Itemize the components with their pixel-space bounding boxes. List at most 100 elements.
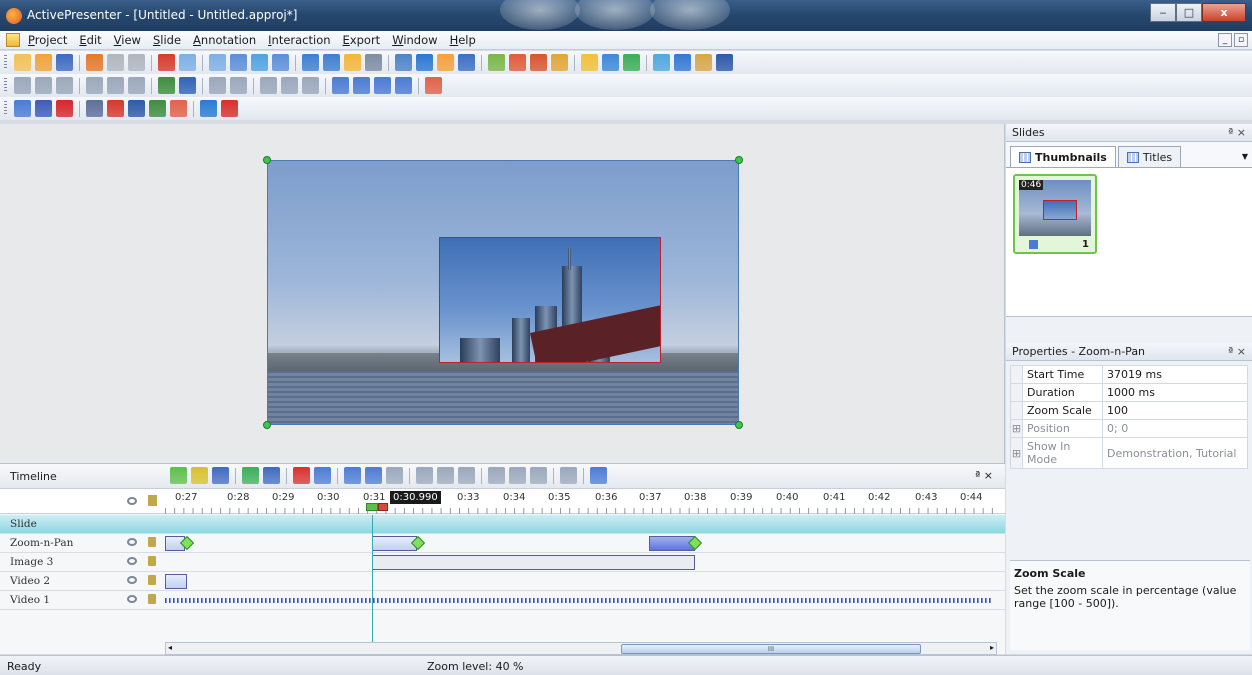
tb1-tool-icon[interactable] <box>653 54 670 71</box>
tb2-tool-icon[interactable] <box>230 77 247 94</box>
slide-canvas[interactable] <box>267 160 739 425</box>
timeline-tool-icon[interactable] <box>212 467 229 484</box>
menu-window[interactable]: Window <box>392 33 437 47</box>
lock-icon[interactable] <box>148 556 156 566</box>
tb2-tool-icon[interactable] <box>395 77 412 94</box>
menu-edit[interactable]: Edit <box>79 33 101 47</box>
property-row[interactable]: Zoom Scale 100 <box>1010 401 1248 420</box>
tb2-tool-icon[interactable] <box>353 77 370 94</box>
tb3-tool-icon[interactable] <box>170 100 187 117</box>
tb3-tool-icon[interactable] <box>107 100 124 117</box>
scroll-right-icon[interactable]: ▸ <box>990 643 994 652</box>
timeline-tool-icon[interactable] <box>170 467 187 484</box>
tb2-tool-icon[interactable] <box>302 77 319 94</box>
menu-project[interactable]: Project <box>28 33 67 47</box>
resize-handle[interactable] <box>735 421 743 429</box>
tab-titles[interactable]: Titles <box>1117 146 1182 167</box>
tb1-tool-icon[interactable] <box>437 54 454 71</box>
tb1-tool-icon[interactable] <box>395 54 412 71</box>
playhead-line[interactable] <box>372 515 373 642</box>
tb1-tool-icon[interactable] <box>179 54 196 71</box>
tb1-tool-icon[interactable] <box>416 54 433 71</box>
tb1-tool-icon[interactable] <box>158 54 175 71</box>
timeline-ruler[interactable]: 0:27 0:28 0:29 0:30 0:31 0:33 0:34 0:35 0:36 0:37… <box>165 489 995 514</box>
track-lane[interactable] <box>165 553 1005 572</box>
tb1-tool-icon[interactable] <box>623 54 640 71</box>
track-lane[interactable] <box>165 572 1005 591</box>
tb3-tool-icon[interactable] <box>221 100 238 117</box>
timeline-horizontal-scrollbar[interactable]: ◂ III ▸ <box>165 642 997 655</box>
tb3-tool-icon[interactable] <box>200 100 217 117</box>
tb1-tool-icon[interactable] <box>323 54 340 71</box>
resize-handle[interactable] <box>735 156 743 164</box>
tb2-tool-icon[interactable] <box>14 77 31 94</box>
tb1-tool-icon[interactable] <box>302 54 319 71</box>
visibility-icon[interactable] <box>127 557 137 565</box>
tb2-tool-icon[interactable] <box>107 77 124 94</box>
timeline-track[interactable]: Video 1 <box>0 591 1005 610</box>
property-row[interactable]: Start Time 37019 ms <box>1010 365 1248 384</box>
tb1-tool-icon[interactable] <box>14 54 31 71</box>
slide-canvas-area[interactable] <box>0 124 1005 463</box>
tb1-tool-icon[interactable] <box>56 54 73 71</box>
tb1-tool-icon[interactable] <box>209 54 226 71</box>
menu-annotation[interactable]: Annotation <box>193 33 256 47</box>
audio-waveform[interactable] <box>165 598 993 603</box>
lock-all-icon[interactable] <box>148 495 157 506</box>
property-row[interactable]: Duration 1000 ms <box>1010 383 1248 402</box>
tb1-tool-icon[interactable] <box>488 54 505 71</box>
property-value[interactable]: 1000 ms <box>1102 383 1248 402</box>
track-lane[interactable] <box>165 515 1005 534</box>
timeline-tool-icon[interactable] <box>386 467 403 484</box>
pin-icon[interactable]: ª × <box>975 469 993 482</box>
timeline-tool-icon[interactable] <box>263 467 280 484</box>
tb1-tool-icon[interactable] <box>551 54 568 71</box>
tb1-tool-icon[interactable] <box>272 54 289 71</box>
tb1-tool-icon[interactable] <box>128 54 145 71</box>
timeline-tool-icon[interactable] <box>488 467 505 484</box>
timeline-tool-icon[interactable] <box>314 467 331 484</box>
property-value[interactable]: 0; 0 <box>1102 419 1248 438</box>
lock-icon[interactable] <box>148 537 156 547</box>
slide-thumbnail[interactable]: 0:46 1 <box>1013 174 1097 254</box>
menu-view[interactable]: View <box>114 33 141 47</box>
menu-slide[interactable]: Slide <box>153 33 181 47</box>
timeline-tool-icon[interactable] <box>590 467 607 484</box>
tb2-tool-icon[interactable] <box>128 77 145 94</box>
timeline-tool-icon[interactable] <box>509 467 526 484</box>
tb3-tool-icon[interactable] <box>14 100 31 117</box>
tb2-tool-icon[interactable] <box>425 77 442 94</box>
tb1-tool-icon[interactable] <box>107 54 124 71</box>
timeline-tool-icon[interactable] <box>293 467 310 484</box>
tb2-tool-icon[interactable] <box>260 77 277 94</box>
timeline-tool-icon[interactable] <box>437 467 454 484</box>
minimize-button[interactable]: ‒ <box>1150 3 1176 22</box>
tb1-tool-icon[interactable] <box>230 54 247 71</box>
timeline-tool-icon[interactable] <box>458 467 475 484</box>
tb1-tool-icon[interactable] <box>530 54 547 71</box>
tb2-tool-icon[interactable] <box>281 77 298 94</box>
image-clip[interactable] <box>372 555 695 570</box>
tb3-tool-icon[interactable] <box>149 100 166 117</box>
toolbar-grip[interactable] <box>4 55 7 70</box>
tb1-tool-icon[interactable] <box>581 54 598 71</box>
tb1-tool-icon[interactable] <box>35 54 52 71</box>
timeline-tool-icon[interactable] <box>365 467 382 484</box>
mdi-restore-button[interactable]: ▫ <box>1234 33 1248 47</box>
tb1-tool-icon[interactable] <box>344 54 361 71</box>
tb1-tool-icon[interactable] <box>86 54 103 71</box>
track-lane[interactable] <box>165 591 1005 610</box>
scroll-thumb[interactable]: III <box>621 644 921 654</box>
pin-icon[interactable]: ª × <box>1228 126 1246 139</box>
tb2-tool-icon[interactable] <box>209 77 226 94</box>
tb2-tool-icon[interactable] <box>56 77 73 94</box>
timeline-track[interactable]: Video 2 <box>0 572 1005 591</box>
tb3-tool-icon[interactable] <box>128 100 145 117</box>
tb3-tool-icon[interactable] <box>35 100 52 117</box>
lock-icon[interactable] <box>148 594 156 604</box>
lock-icon[interactable] <box>148 575 156 585</box>
scroll-left-icon[interactable]: ◂ <box>168 643 172 652</box>
menu-help[interactable]: Help <box>450 33 476 47</box>
timeline-tool-icon[interactable] <box>242 467 259 484</box>
maximize-button[interactable]: □ <box>1176 3 1202 22</box>
